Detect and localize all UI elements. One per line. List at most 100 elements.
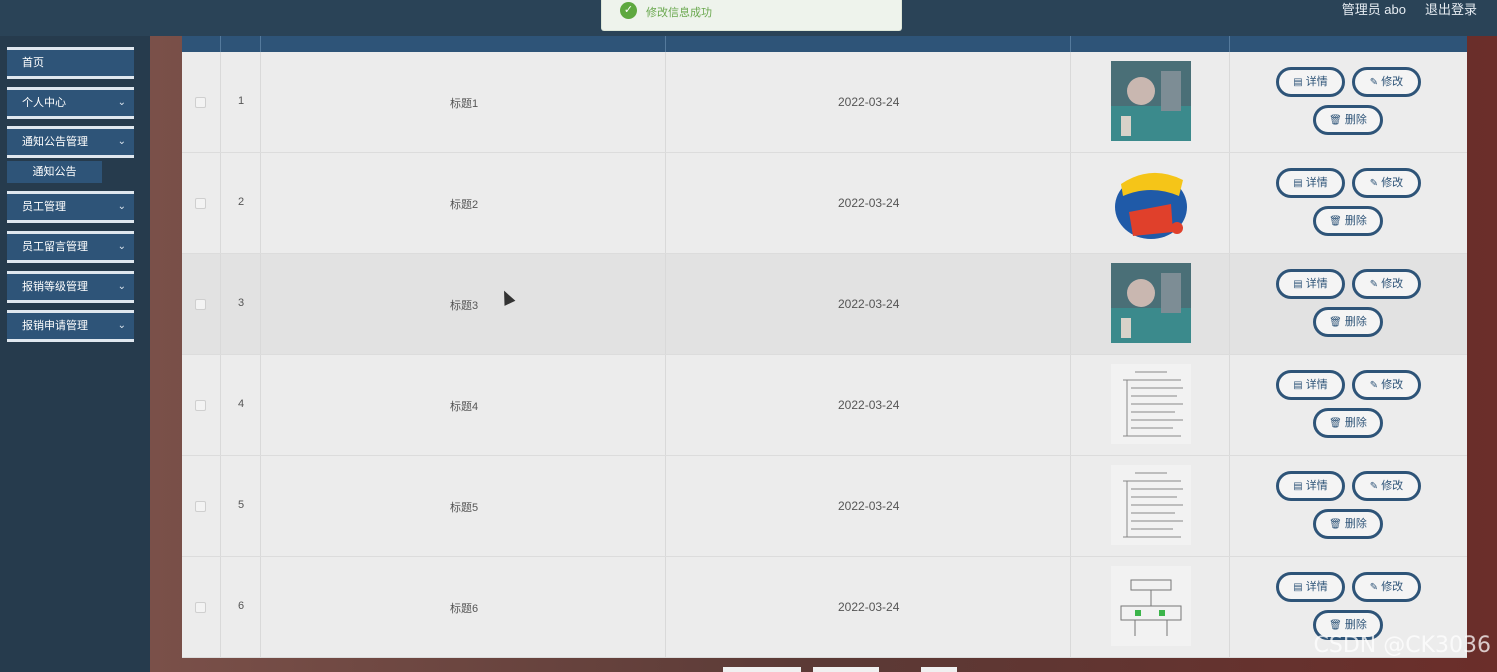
document-icon: ▤ [1293, 178, 1303, 189]
diagram-scan-thumbnail [1111, 566, 1191, 646]
detail-button[interactable]: ▤ 详情 [1276, 471, 1345, 501]
document-icon: ▤ [1293, 77, 1303, 88]
document-scan-thumbnail [1111, 465, 1191, 545]
delete-button[interactable]: 🗑 删除 [1313, 105, 1383, 135]
classroom-photo-thumbnail [1111, 263, 1191, 343]
table-row: 6 标题6 2022-03-24 ▤ 详情 ✎ 修改 🗑 删除 [182, 557, 1467, 658]
pagination-control[interactable] [723, 667, 801, 672]
detail-button[interactable]: ▤ 详情 [1276, 67, 1345, 97]
row-date: 2022-03-24 [838, 196, 900, 210]
edit-button[interactable]: ✎ 修改 [1352, 269, 1421, 299]
trash-icon: 🗑 [1329, 620, 1342, 631]
edit-button[interactable]: ✎ 修改 [1352, 168, 1421, 198]
main-content: 1 标题1 2022-03-24 ▤ 详情 ✎ 修改 🗑 删除 2 标题2 2022-… [150, 36, 1497, 672]
table-row: 4 标题4 2022-03-24 ▤ 详情 ✎ 修改 🗑 删除 [182, 355, 1467, 456]
pencil-icon: ✎ [1369, 77, 1379, 88]
table-row: 1 标题1 2022-03-24 ▤ 详情 ✎ 修改 🗑 删除 [182, 52, 1467, 153]
chevron-down-icon: ⌄ [117, 241, 126, 252]
delete-button[interactable]: 🗑 删除 [1313, 307, 1383, 337]
row-title: 标题1 [450, 98, 479, 110]
row-checkbox[interactable] [195, 501, 206, 512]
row-date: 2022-03-24 [838, 499, 900, 513]
sidebar-item-label: 通知公告管理 [22, 136, 88, 148]
table-header [182, 36, 1467, 52]
trash-icon: 🗑 [1329, 418, 1342, 429]
edit-button[interactable]: ✎ 修改 [1352, 370, 1421, 400]
row-index: 4 [238, 398, 245, 410]
row-title: 标题6 [450, 603, 479, 615]
row-title: 标题5 [450, 502, 479, 514]
sidebar-item-notice-management[interactable]: 通知公告管理 ⌄ [7, 126, 134, 158]
delete-button[interactable]: 🗑 删除 [1313, 206, 1383, 236]
row-index: 2 [238, 196, 245, 208]
row-index: 5 [238, 499, 245, 511]
row-checkbox[interactable] [195, 198, 206, 209]
sidebar-item-personal-center[interactable]: 个人中心 ⌄ [7, 87, 134, 119]
row-index: 6 [238, 600, 245, 612]
edit-button[interactable]: ✎ 修改 [1352, 572, 1421, 602]
chevron-down-icon: ⌄ [117, 320, 126, 331]
row-index: 1 [238, 95, 245, 107]
trash-icon: 🗑 [1329, 317, 1342, 328]
document-icon: ▤ [1293, 380, 1303, 391]
sidebar-item-home[interactable]: 首页 [7, 47, 134, 79]
pencil-icon: ✎ [1369, 178, 1379, 189]
logout-link[interactable]: 退出登录 [1425, 0, 1477, 18]
toast-message: 修改信息成功 [646, 7, 712, 19]
classroom-photo-thumbnail [1111, 61, 1191, 141]
sidebar-item-label: 个人中心 [22, 97, 66, 109]
row-title: 标题2 [450, 199, 479, 211]
chevron-down-icon: ⌄ [117, 201, 126, 212]
detail-button[interactable]: ▤ 详情 [1276, 370, 1345, 400]
row-date: 2022-03-24 [838, 297, 900, 311]
sidebar-item-label: 报销申请管理 [22, 320, 88, 332]
sidebar-item-label: 员工管理 [22, 201, 66, 213]
table-row: 2 标题2 2022-03-24 ▤ 详情 ✎ 修改 🗑 删除 [182, 153, 1467, 254]
pencil-icon: ✎ [1369, 481, 1379, 492]
edit-button[interactable]: ✎ 修改 [1352, 471, 1421, 501]
sidebar-item-label: 员工留言管理 [22, 241, 88, 253]
pagination-control[interactable] [921, 667, 957, 672]
success-toast: ✓ 修改信息成功 [601, 0, 902, 31]
row-checkbox[interactable] [195, 97, 206, 108]
trash-icon: 🗑 [1329, 216, 1342, 227]
sidebar-item-reimbursement-application-management[interactable]: 报销申请管理 ⌄ [7, 310, 134, 342]
document-icon: ▤ [1293, 582, 1303, 593]
admin-username: 管理员 abo [1341, 2, 1406, 17]
document-scan-thumbnail [1111, 364, 1191, 444]
row-checkbox[interactable] [195, 400, 206, 411]
delete-button[interactable]: 🗑 删除 [1313, 408, 1383, 438]
detail-button[interactable]: ▤ 详情 [1276, 572, 1345, 602]
row-date: 2022-03-24 [838, 398, 900, 412]
row-title: 标题3 [450, 300, 479, 312]
row-checkbox[interactable] [195, 602, 206, 613]
document-icon: ▤ [1293, 279, 1303, 290]
pencil-icon: ✎ [1369, 279, 1379, 290]
document-icon: ▤ [1293, 481, 1303, 492]
pagination-control[interactable] [813, 667, 879, 672]
watermark: CSDN @CK3036 [1313, 633, 1492, 658]
chevron-down-icon: ⌄ [117, 97, 126, 108]
row-title: 标题4 [450, 401, 479, 413]
row-date: 2022-03-24 [838, 600, 900, 614]
edit-button[interactable]: ✎ 修改 [1352, 67, 1421, 97]
sidebar-subitem-notice[interactable]: 通知公告 [7, 161, 102, 183]
chevron-down-icon: ⌄ [117, 281, 126, 292]
row-index: 3 [238, 297, 245, 309]
pencil-icon: ✎ [1369, 582, 1379, 593]
sidebar-item-employee-message-management[interactable]: 员工留言管理 ⌄ [7, 231, 134, 263]
check-icon: ✓ [620, 2, 637, 19]
chevron-down-icon: ⌄ [117, 136, 126, 147]
pencil-icon: ✎ [1369, 380, 1379, 391]
sidebar-item-label: 首页 [22, 57, 44, 69]
sidebar-item-label: 报销等级管理 [22, 281, 88, 293]
sidebar-item-reimbursement-level-management[interactable]: 报销等级管理 ⌄ [7, 271, 134, 303]
english-is-fun-thumbnail [1111, 162, 1191, 242]
detail-button[interactable]: ▤ 详情 [1276, 269, 1345, 299]
detail-button[interactable]: ▤ 详情 [1276, 168, 1345, 198]
delete-button[interactable]: 🗑 删除 [1313, 509, 1383, 539]
row-checkbox[interactable] [195, 299, 206, 310]
pagination [680, 667, 980, 672]
sidebar-item-employee-management[interactable]: 员工管理 ⌄ [7, 191, 134, 223]
row-date: 2022-03-24 [838, 95, 900, 109]
